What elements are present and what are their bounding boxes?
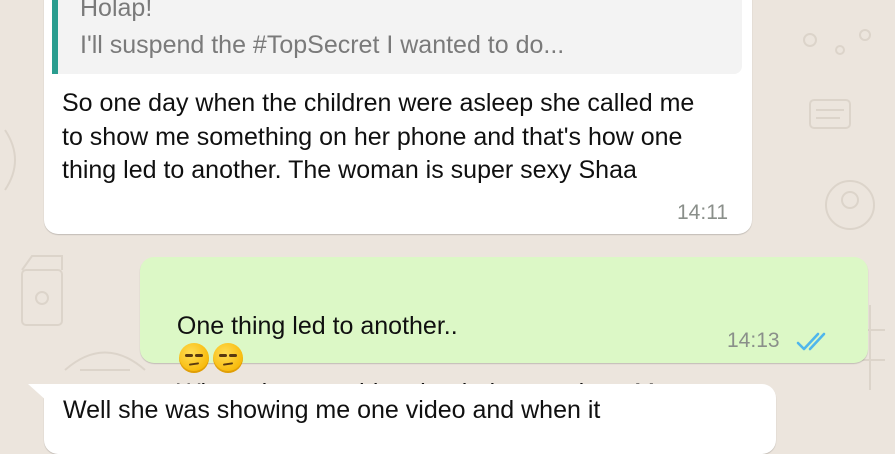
unamused-face-emoji — [212, 343, 243, 373]
doodle-icon — [803, 29, 871, 55]
doodle-icon — [21, 255, 63, 326]
quoted-author: Holap! — [80, 0, 153, 22]
message-text-part: One thing led to another.. — [176, 311, 458, 340]
message-text: Well she was showing me one video and wh… — [63, 396, 601, 424]
unamused-face-emoji — [178, 343, 209, 373]
message-time: 14:13 — [727, 329, 780, 352]
doodle-icon — [825, 180, 875, 230]
bubble-tail — [28, 384, 48, 402]
message-text: So one day when the children were asleep… — [62, 89, 702, 184]
quoted-text: I'll suspend the #TopSecret I wanted to … — [80, 31, 565, 59]
quote-accent-bar — [52, 0, 58, 74]
message-time: 14:11 — [677, 201, 728, 224]
quoted-message[interactable]: Holap! I'll suspend the #TopSecret I wan… — [52, 0, 742, 74]
doodle-icon — [4, 129, 16, 191]
doodle-icon — [809, 99, 851, 129]
double-check-read-icon — [796, 332, 826, 351]
doodle-icon — [64, 351, 146, 371]
